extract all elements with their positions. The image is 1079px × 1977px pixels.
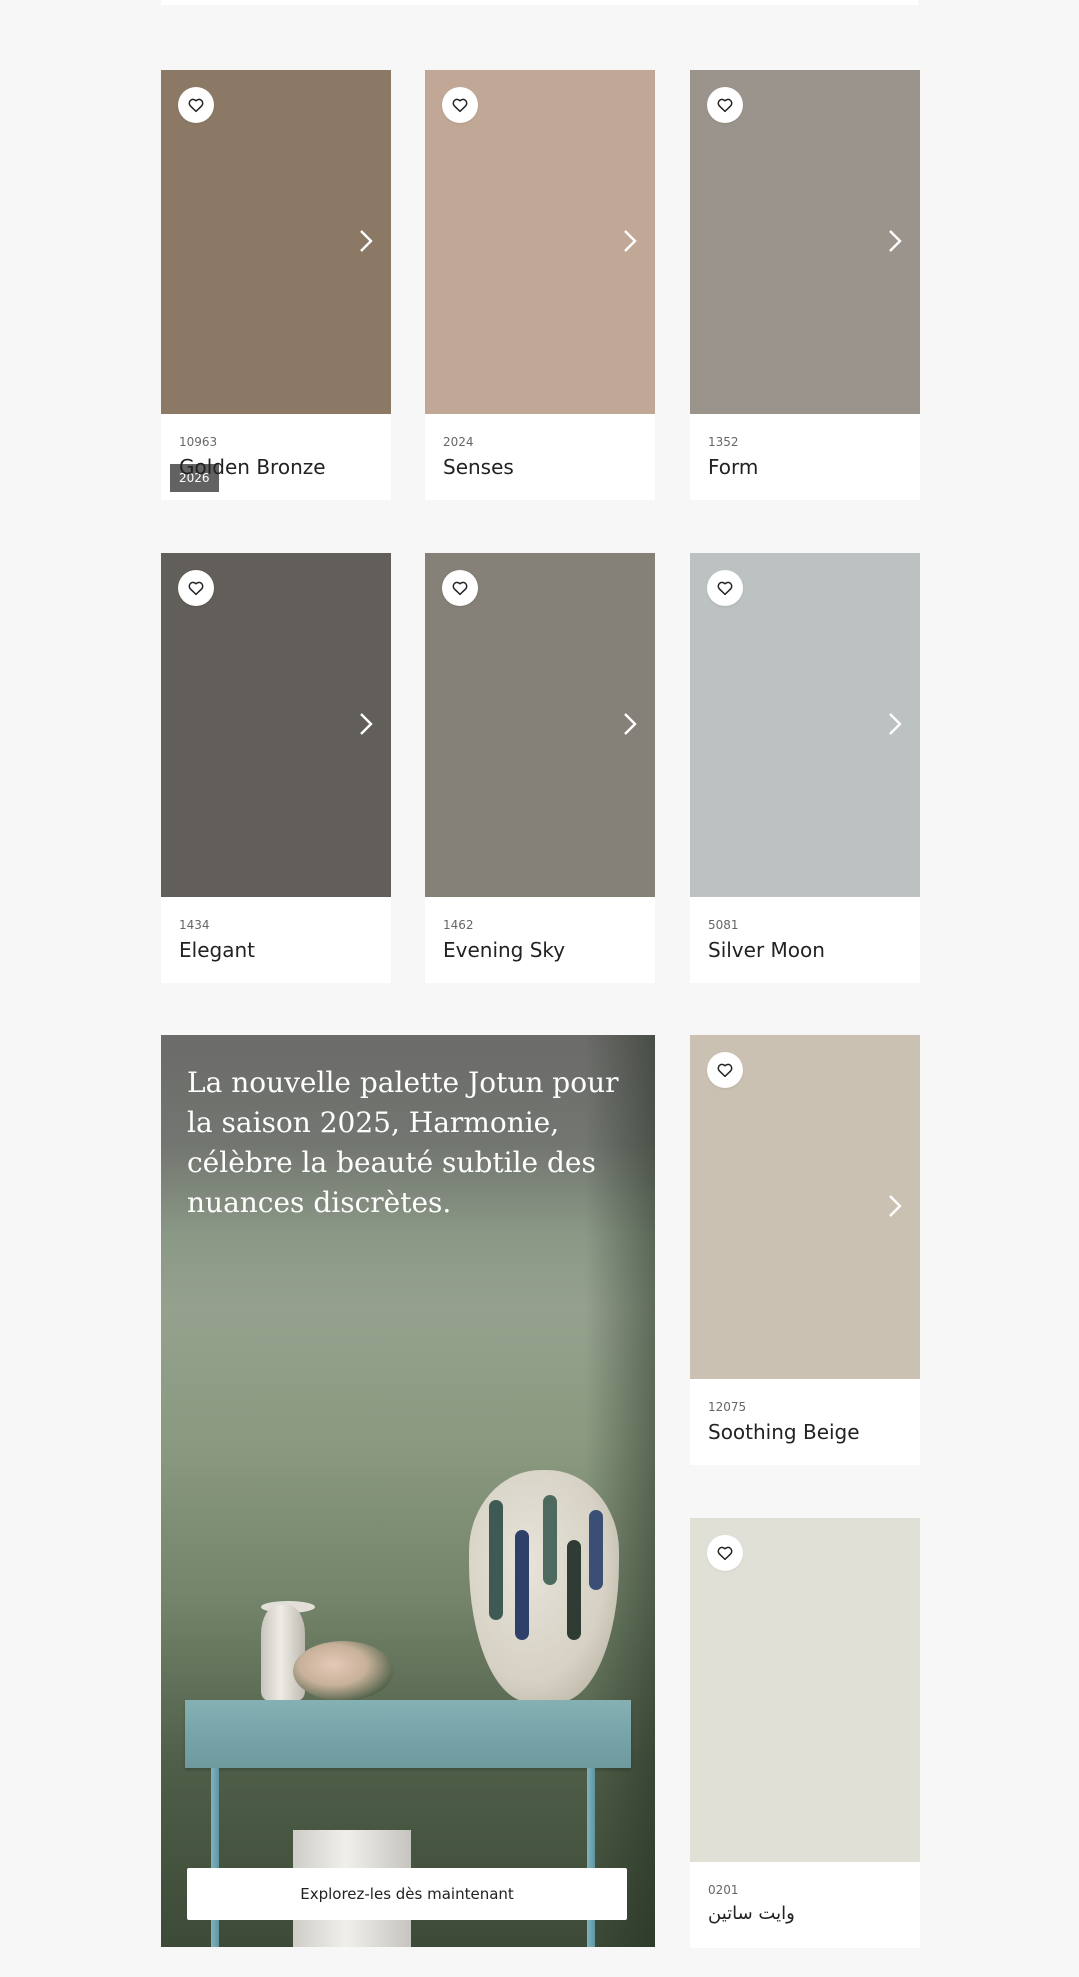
chevron-right-icon[interactable] xyxy=(884,226,906,256)
favorite-button[interactable] xyxy=(178,87,214,123)
color-name: Soothing Beige xyxy=(708,1420,860,1444)
color-code: 1352 xyxy=(708,435,739,449)
favorite-button[interactable] xyxy=(707,1535,743,1571)
color-name: Evening Sky xyxy=(443,938,566,962)
color-card-white-satin[interactable]: 0201 وايت ساتين xyxy=(690,1518,920,1948)
color-name: Silver Moon xyxy=(708,938,825,962)
heart-outline-icon xyxy=(188,581,204,596)
round-pot-image xyxy=(293,1641,393,1701)
chevron-right-icon[interactable] xyxy=(355,709,377,739)
promo-headline: La nouvelle palette Jotun pour la saison… xyxy=(187,1066,619,1219)
color-code: 5081 xyxy=(708,918,739,932)
heart-outline-icon xyxy=(452,581,468,596)
promo-banner: La nouvelle palette Jotun pour la saison… xyxy=(161,1035,655,1947)
favorite-button[interactable] xyxy=(178,570,214,606)
color-code: 1462 xyxy=(443,918,474,932)
shelf-leg xyxy=(587,1768,595,1947)
explore-button[interactable]: Explorez-les dès maintenant xyxy=(187,1868,627,1920)
color-name: Golden Bronze xyxy=(179,455,326,479)
chevron-right-icon[interactable] xyxy=(884,1191,906,1221)
favorite-button[interactable] xyxy=(442,87,478,123)
color-card-senses[interactable]: 2024 Senses xyxy=(425,70,655,500)
color-name: Senses xyxy=(443,455,514,479)
color-name: وايت ساتين xyxy=(708,1903,795,1924)
large-vase-image xyxy=(469,1470,619,1702)
heart-outline-icon xyxy=(717,1063,733,1078)
favorite-button[interactable] xyxy=(707,87,743,123)
heart-outline-icon xyxy=(452,98,468,113)
color-code: 10963 xyxy=(179,435,218,449)
top-bar xyxy=(161,0,918,5)
color-card-soothing-beige[interactable]: 12075 Soothing Beige xyxy=(690,1035,920,1465)
heart-outline-icon xyxy=(717,1546,733,1561)
heart-outline-icon xyxy=(188,98,204,113)
color-code: 0201 xyxy=(708,1883,739,1897)
color-card-elegant[interactable]: 1434 Elegant xyxy=(161,553,391,983)
color-code: 2024 xyxy=(443,435,474,449)
chevron-right-icon[interactable] xyxy=(884,709,906,739)
color-code: 1434 xyxy=(179,918,210,932)
color-card-golden-bronze[interactable]: 2026 10963 Golden Bronze xyxy=(161,70,391,500)
small-vase-image xyxy=(261,1605,305,1701)
color-name: Elegant xyxy=(179,938,255,962)
color-name: Form xyxy=(708,455,759,479)
favorite-button[interactable] xyxy=(707,1052,743,1088)
heart-outline-icon xyxy=(717,98,733,113)
shelf-image xyxy=(185,1700,631,1768)
heart-outline-icon xyxy=(717,581,733,596)
color-card-form[interactable]: 1352 Form xyxy=(690,70,920,500)
color-card-silver-moon[interactable]: 5081 Silver Moon xyxy=(690,553,920,983)
favorite-button[interactable] xyxy=(707,570,743,606)
favorite-button[interactable] xyxy=(442,570,478,606)
shelf-leg xyxy=(211,1768,219,1947)
chevron-right-icon[interactable] xyxy=(619,226,641,256)
color-card-evening-sky[interactable]: 1462 Evening Sky xyxy=(425,553,655,983)
chevron-right-icon[interactable] xyxy=(355,226,377,256)
color-code: 12075 xyxy=(708,1400,747,1414)
chevron-right-icon[interactable] xyxy=(619,709,641,739)
